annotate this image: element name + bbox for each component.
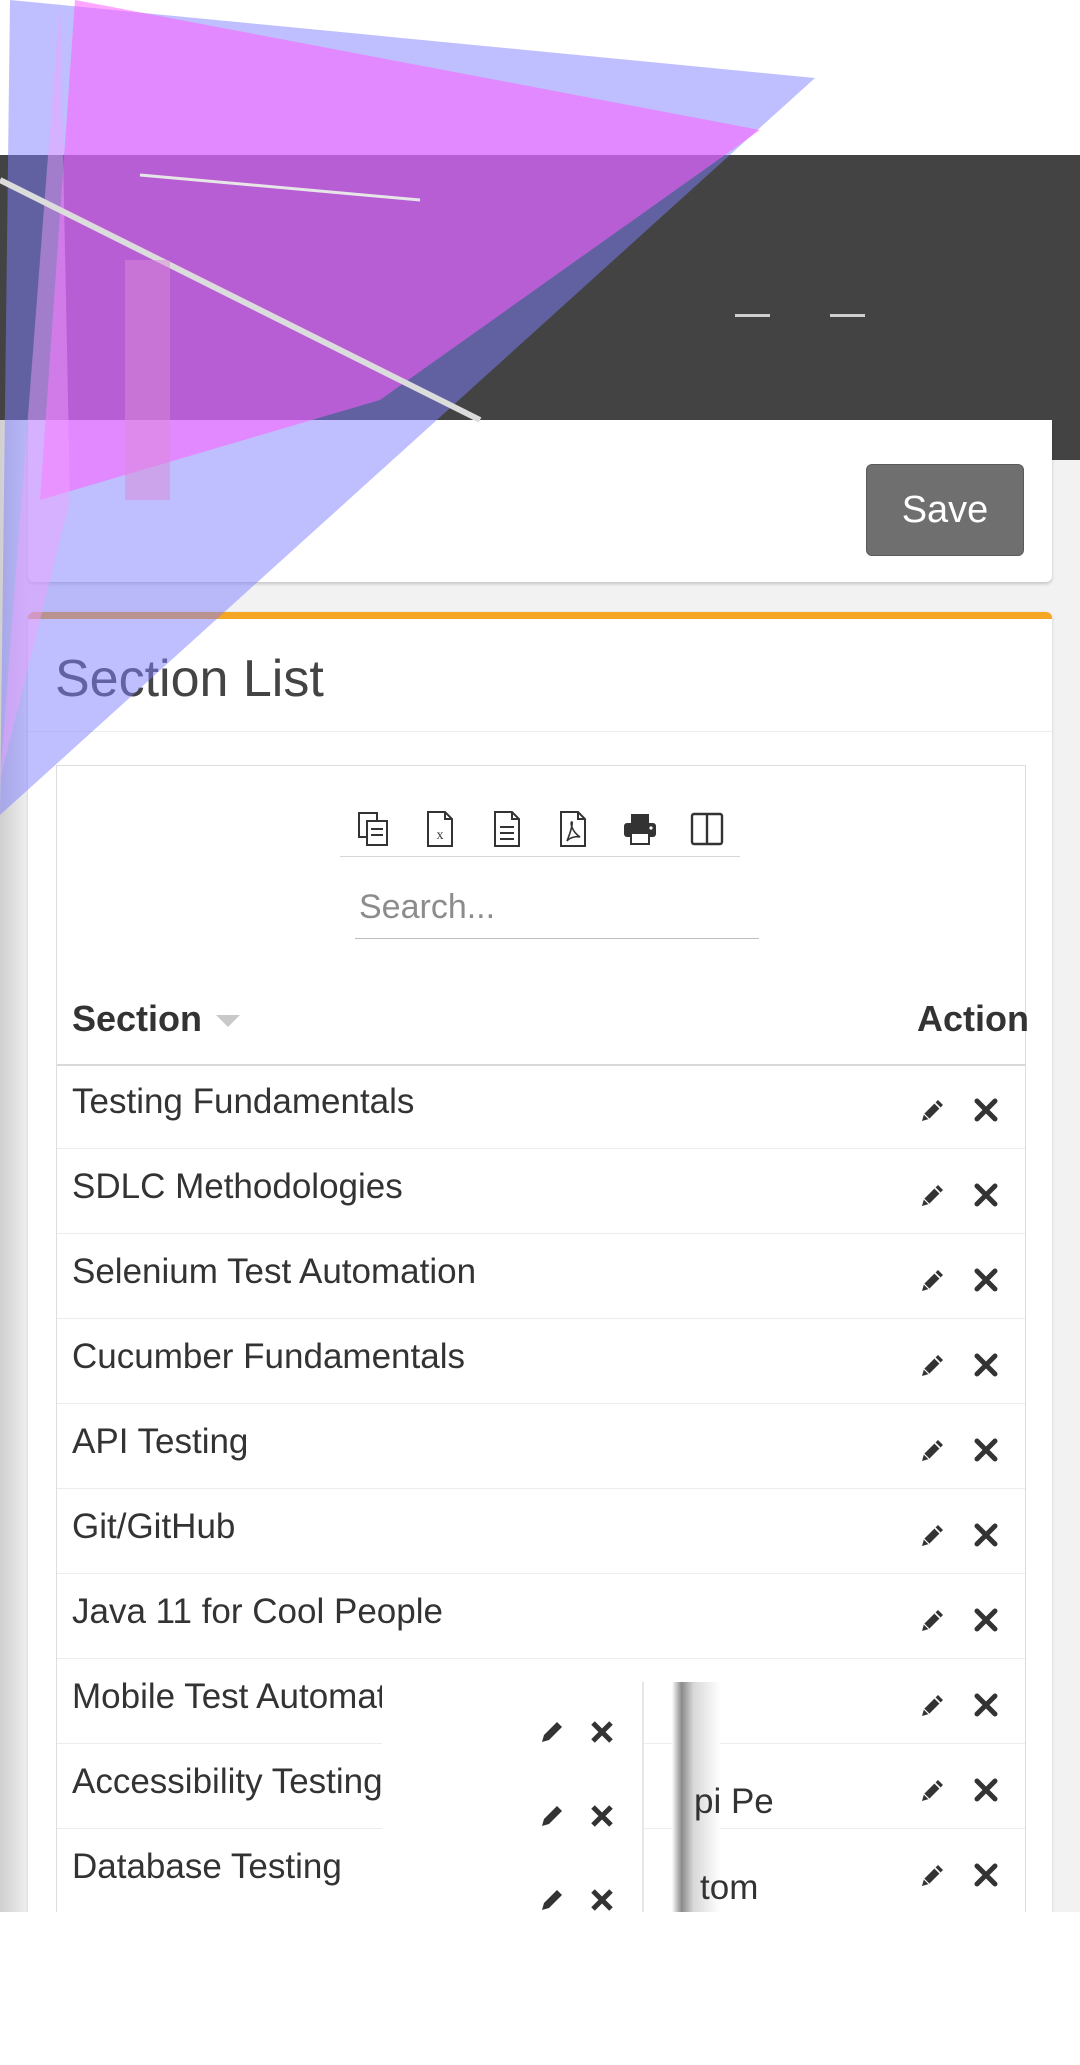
pencil-icon (922, 1440, 943, 1461)
column-visibility-icon (690, 812, 723, 846)
section-name: Accessibility Testing (72, 1762, 383, 1801)
times-icon (974, 1268, 998, 1292)
times-icon (974, 1608, 998, 1632)
section-table: x Search... Section Action Testing Funda… (56, 765, 1029, 1912)
section-column-header[interactable]: Section (72, 998, 241, 1040)
section-name: Mobile Test Automation (72, 1677, 434, 1716)
section-name: SDLC Methodologies (72, 1167, 403, 1206)
save-button[interactable]: Save (866, 464, 1024, 556)
delete-button[interactable] (970, 1264, 1002, 1296)
export-toolbar: x (340, 802, 740, 857)
edit-button[interactable] (917, 1094, 949, 1126)
table-row: Testing Fundamentals (57, 1064, 1025, 1149)
left-edge-shadow (0, 420, 30, 1912)
delete-button[interactable] (970, 1179, 1002, 1211)
pencil-icon (922, 1865, 943, 1886)
pencil-icon (922, 1525, 943, 1546)
table-row: Mobile Test Automation (57, 1659, 1025, 1744)
pencil-icon (922, 1780, 943, 1801)
table-row: Selenium Test Automation (57, 1234, 1025, 1319)
app-frame: Save Section List x Search... Section Ac… (0, 0, 1080, 1912)
times-icon (974, 1523, 998, 1547)
edit-button[interactable] (917, 1604, 949, 1636)
table-row: Cucumber Fundamentals (57, 1319, 1025, 1404)
table-row: Database Testing (57, 1829, 1025, 1912)
table-row: Accessibility Testing (57, 1744, 1025, 1829)
delete-button[interactable] (970, 1094, 1002, 1126)
column-visibility-button[interactable] (683, 805, 731, 853)
delete-button[interactable] (970, 1434, 1002, 1466)
section-list-title: Section List (55, 650, 324, 708)
edit-button[interactable] (917, 1179, 949, 1211)
section-name: Database Testing (72, 1847, 342, 1886)
table-row: Git/GitHub (57, 1489, 1025, 1574)
times-icon (974, 1183, 998, 1207)
section-column-label: Section (72, 998, 203, 1039)
pencil-icon (922, 1610, 943, 1631)
svg-text:x: x (436, 828, 443, 843)
sort-descending-icon (216, 1015, 241, 1027)
bottom-blank-area (0, 1912, 1080, 2065)
section-name: Git/GitHub (72, 1507, 236, 1546)
section-name: Testing Fundamentals (72, 1082, 415, 1121)
delete-button[interactable] (970, 1689, 1002, 1721)
section-list-card: Section List x Search... Section Action … (28, 612, 1052, 1912)
edit-button[interactable] (917, 1264, 949, 1296)
delete-button[interactable] (970, 1604, 1002, 1636)
times-icon (974, 1778, 998, 1802)
edit-button[interactable] (917, 1519, 949, 1551)
pencil-icon (922, 1270, 943, 1291)
edit-button[interactable] (917, 1434, 949, 1466)
edit-button[interactable] (917, 1774, 949, 1806)
pencil-icon (922, 1185, 943, 1206)
csv-button[interactable] (483, 805, 531, 853)
pencil-icon (922, 1695, 943, 1716)
times-icon (974, 1438, 998, 1462)
times-icon (974, 1098, 998, 1122)
section-name: Java 11 for Cool People (72, 1592, 443, 1631)
delete-button[interactable] (970, 1859, 1002, 1891)
pdf-button[interactable] (549, 805, 597, 853)
title-divider (28, 731, 1052, 732)
csv-icon (493, 811, 520, 847)
print-icon (623, 814, 656, 845)
edit-button[interactable] (917, 1349, 949, 1381)
header-banner (0, 155, 1080, 460)
delete-button[interactable] (970, 1519, 1002, 1551)
table-row: SDLC Methodologies (57, 1149, 1025, 1234)
table-row: Java 11 for Cool People (57, 1574, 1025, 1659)
excel-button[interactable]: x (416, 805, 464, 853)
form-card: Save (28, 420, 1052, 582)
pencil-icon (922, 1100, 943, 1121)
table-row: API Testing (57, 1404, 1025, 1489)
edit-button[interactable] (917, 1859, 949, 1891)
edit-button[interactable] (917, 1689, 949, 1721)
excel-icon: x (426, 811, 453, 847)
table-header: Section Action (57, 982, 1029, 1066)
times-icon (974, 1863, 998, 1887)
top-strip (0, 0, 1080, 155)
section-name: API Testing (72, 1422, 249, 1461)
delete-button[interactable] (970, 1774, 1002, 1806)
delete-button[interactable] (970, 1349, 1002, 1381)
copy-icon (358, 812, 389, 846)
table-body: Testing Fundamentals SDLC Methodologies Se… (57, 1064, 1025, 1912)
times-icon (974, 1693, 998, 1717)
section-name: Cucumber Fundamentals (72, 1337, 465, 1376)
pencil-icon (922, 1355, 943, 1376)
action-column-header: Action (917, 998, 1029, 1039)
print-button[interactable] (616, 805, 664, 853)
times-icon (974, 1353, 998, 1377)
pdf-icon (560, 811, 587, 847)
section-name: Selenium Test Automation (72, 1252, 477, 1291)
copy-button[interactable] (349, 805, 397, 853)
search-input[interactable] (355, 876, 759, 939)
